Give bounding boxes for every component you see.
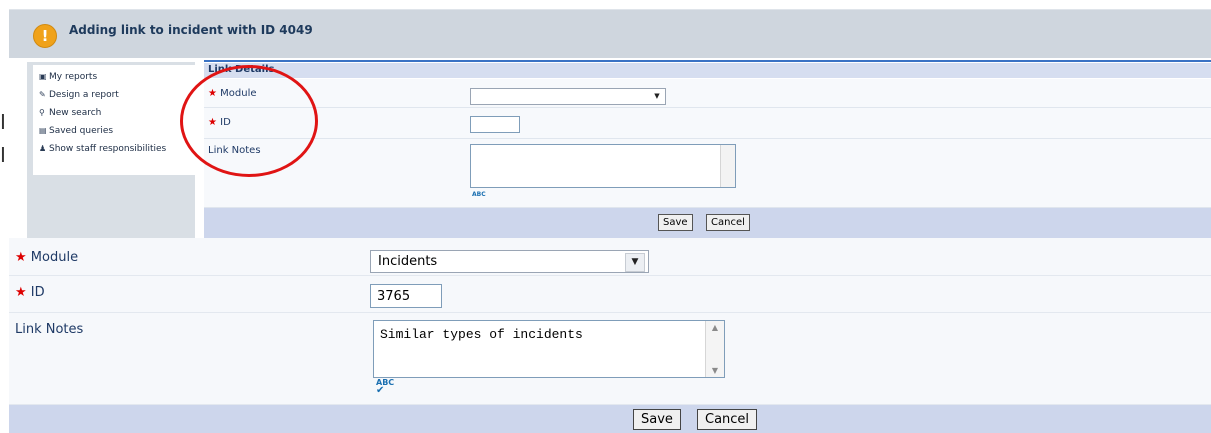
id-input[interactable]: 3765 (370, 284, 442, 308)
id-input[interactable] (470, 116, 520, 133)
link-details-form: Link Details ★ Module ★ ID Link Notes ▼ … (204, 63, 1211, 238)
scrollbar[interactable] (720, 145, 735, 187)
cancel-button[interactable]: Cancel (697, 409, 758, 430)
person-icon: ♟ (39, 144, 47, 153)
scroll-down-icon[interactable]: ▼ (707, 366, 723, 375)
stray-mark: I (0, 110, 6, 134)
spellcheck-icon[interactable]: ABC ✔ (376, 379, 394, 396)
save-button[interactable]: Save (658, 214, 693, 231)
module-label: ★ Module (15, 250, 79, 265)
id-row: ★ ID (204, 108, 1211, 139)
sidebar-item-staff-responsibilities[interactable]: ♟ Show staff responsibilities (39, 144, 166, 154)
section-header: Link Details (204, 63, 1211, 78)
spellcheck-icon[interactable]: ABC (472, 191, 486, 198)
page-title: Adding link to incident with ID 4049 (69, 23, 313, 37)
notes-label: Link Notes (15, 322, 84, 337)
module-row: ★ Module (204, 79, 1211, 108)
scrollbar[interactable]: ▲ ▼ (705, 321, 724, 377)
sidebar-item-label: Design a report (49, 90, 119, 100)
link-notes-textarea[interactable] (470, 144, 736, 188)
sidebar-item-design-report[interactable]: ✎ Design a report (39, 90, 119, 100)
sidebar-item-label: Show staff responsibilities (49, 144, 167, 154)
warning-icon: ! (33, 24, 57, 48)
highlight-circle (180, 65, 318, 177)
search-icon: ⚲ (39, 108, 45, 117)
required-marker: ★ (15, 250, 27, 265)
form-footer: Save Cancel (204, 208, 1211, 238)
chevron-down-icon[interactable]: ▼ (625, 253, 645, 272)
stray-mark: I (0, 143, 6, 167)
form-footer: Save Cancel (9, 405, 1211, 433)
header-divider (204, 60, 1211, 62)
id-row: ★ ID (9, 276, 1211, 313)
module-select[interactable]: ▼ (470, 88, 666, 105)
module-select[interactable]: Incidents ▼ (370, 250, 649, 273)
pencil-icon: ✎ (39, 90, 46, 99)
required-marker: ★ (15, 285, 27, 300)
id-label: ★ ID (15, 285, 45, 300)
sidebar-item-saved-queries[interactable]: ▤ Saved queries (39, 126, 113, 136)
id-input-value: 3765 (377, 289, 411, 304)
save-button[interactable]: Save (633, 409, 681, 430)
sidebar-item-new-search[interactable]: ⚲ New search (39, 108, 101, 118)
module-select-value: Incidents (378, 254, 438, 269)
chevron-down-icon[interactable]: ▼ (650, 90, 664, 103)
link-notes-textarea[interactable]: Similar types of incidents ▲ ▼ (373, 320, 725, 378)
sidebar-item-label: New search (49, 108, 102, 118)
page-header: ! Adding link to incident with ID 4049 (9, 9, 1211, 58)
sidebar-nav: ▣ My reports ✎ Design a report ⚲ New search… (33, 65, 195, 175)
cancel-button[interactable]: Cancel (706, 214, 750, 231)
saved-queries-icon: ▤ (39, 126, 47, 135)
report-icon: ▣ (39, 72, 47, 81)
sidebar-item-label: My reports (49, 72, 98, 82)
filled-link-form: ★ Module ★ ID Link Notes Incidents ▼ 376… (9, 238, 1211, 433)
link-notes-value: Similar types of incidents (380, 327, 583, 342)
scroll-up-icon[interactable]: ▲ (707, 323, 723, 332)
sidebar-item-label: Saved queries (49, 126, 114, 136)
sidebar-item-my-reports[interactable]: ▣ My reports (39, 72, 97, 82)
